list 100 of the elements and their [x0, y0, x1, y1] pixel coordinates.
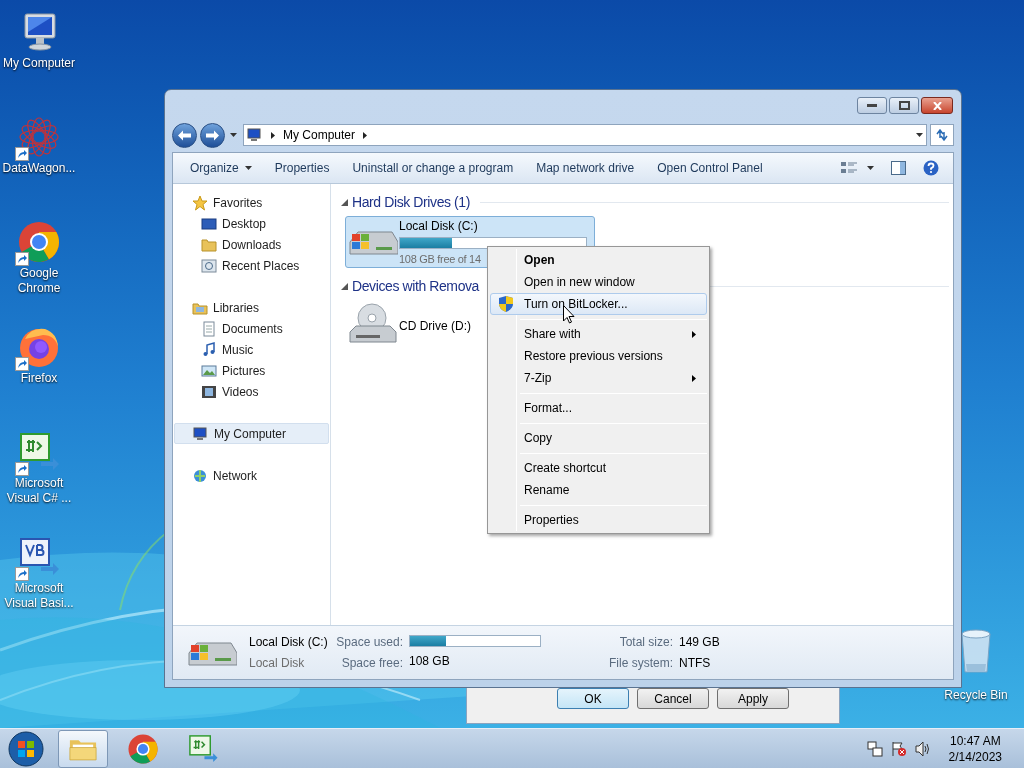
caret-icon	[867, 166, 874, 170]
toolbar-button[interactable]: Open Control Panel	[650, 156, 770, 180]
desktop-icon-label: Google Chrome	[16, 266, 62, 296]
dialog-button[interactable]: OK	[557, 688, 629, 709]
nav-item[interactable]: Recent Places	[173, 255, 330, 276]
nav-item[interactable]: Favorites	[174, 192, 329, 213]
toolbar-button[interactable]: Organize	[183, 156, 259, 180]
address-bar[interactable]: My Computer	[243, 124, 927, 146]
starburst-icon	[17, 115, 61, 159]
drive-name: Local Disk (C:)	[399, 217, 478, 235]
back-button[interactable]	[172, 122, 197, 148]
minimize-icon	[867, 104, 877, 107]
breadcrumb[interactable]: My Computer	[283, 126, 356, 144]
close-button[interactable]	[921, 97, 953, 114]
field-value: 108 GB	[409, 653, 451, 670]
refresh-button[interactable]	[930, 124, 954, 146]
menu-item[interactable]: Restore previous versions	[490, 345, 707, 367]
desktop-icon	[201, 215, 217, 232]
chrome-icon	[17, 220, 61, 264]
recent-places-icon	[201, 257, 217, 274]
drive-free-space: 108 GB free of 14	[399, 251, 481, 267]
nav-item[interactable]: Libraries	[174, 297, 329, 318]
dialog-button[interactable]: Cancel	[637, 688, 709, 709]
menu-item[interactable]: Share with	[490, 323, 707, 345]
document-icon	[201, 320, 217, 337]
shortcut-arrow-icon	[15, 462, 29, 476]
nav-item[interactable]: Videos	[173, 381, 330, 402]
field-value: 149 GB	[679, 634, 720, 651]
nav-item[interactable]: Desktop	[173, 213, 330, 234]
nav-item[interactable]: My Computer	[174, 423, 329, 444]
menu-item[interactable]: Create shortcut	[490, 457, 707, 479]
forward-arrow-icon	[206, 129, 219, 141]
shortcut-arrow-icon	[15, 252, 29, 266]
menu-item[interactable]: Copy	[490, 427, 707, 449]
start-button[interactable]	[6, 729, 46, 768]
help-icon	[923, 160, 939, 176]
dropdown-caret-icon	[916, 133, 923, 137]
dialog-button[interactable]: Apply	[717, 688, 789, 709]
shortcut-arrow-icon	[15, 147, 29, 161]
collapse-triangle-icon[interactable]	[341, 198, 348, 206]
field-value: NTFS	[679, 655, 712, 672]
nav-item[interactable]: Network	[174, 465, 329, 486]
toolbar-button[interactable]: Uninstall or change a program	[345, 156, 521, 180]
desktop-icon-label: Microsoft Visual C# ...	[5, 476, 73, 506]
menu-item[interactable]: Open in new window	[490, 271, 707, 293]
details-type: Local Disk	[249, 655, 306, 672]
menu-item[interactable]: 7-Zip	[490, 367, 707, 389]
field-label: Total size:	[619, 634, 673, 651]
shortcut-arrow-icon	[15, 357, 29, 371]
refresh-icon	[935, 129, 949, 141]
computer-icon	[247, 127, 263, 143]
desktop-icon-label: Recycle Bin	[944, 688, 1008, 703]
menu-item[interactable]: Properties	[490, 509, 707, 531]
chevron-icon	[363, 131, 368, 139]
desktop-icon-label: DataWagon...	[1, 161, 77, 176]
drive-name: CD Drive (D:)	[399, 318, 471, 335]
forward-button[interactable]	[200, 122, 225, 148]
back-arrow-icon	[178, 129, 191, 141]
group-header: Devices with Remova	[352, 276, 479, 296]
restore-icon	[898, 101, 910, 110]
field-label: Space used:	[336, 634, 403, 651]
flag-icon[interactable]	[890, 740, 907, 757]
folder-icon	[201, 236, 217, 253]
nav-item[interactable]: Music	[173, 339, 330, 360]
chevron-icon	[271, 131, 275, 139]
speaker-icon[interactable]	[914, 740, 931, 757]
menu-item[interactable]: Format...	[490, 397, 707, 419]
maximize-button[interactable]	[889, 97, 919, 114]
film-icon	[201, 383, 217, 400]
nav-item[interactable]: Pictures	[173, 360, 330, 381]
close-icon	[932, 101, 942, 110]
caret-icon	[244, 166, 252, 170]
computer-icon	[193, 425, 209, 442]
field-label: File system:	[609, 655, 673, 672]
network-icon[interactable]	[866, 740, 883, 757]
star-icon	[192, 194, 208, 211]
csharp-icon	[187, 732, 219, 765]
caret-icon	[229, 133, 237, 137]
clock[interactable]: 10:47 AM 2/14/2023	[948, 732, 1002, 765]
minimize-button[interactable]	[857, 97, 887, 114]
desktop-icon-label: My Computer	[2, 56, 76, 71]
nav-item[interactable]: Documents	[173, 318, 330, 339]
windows-logo-icon	[8, 730, 44, 767]
shortcut-arrow-icon	[15, 567, 29, 581]
preview-pane-icon	[891, 161, 906, 175]
pictures-icon	[201, 362, 217, 379]
music-note-icon	[201, 341, 217, 358]
desktop-icon-label: Firefox	[19, 371, 59, 386]
group-header: Hard Disk Drives (1)	[352, 192, 470, 212]
collapse-triangle-icon[interactable]	[341, 282, 348, 290]
taskbar-button[interactable]	[58, 729, 108, 768]
view-icon	[841, 161, 857, 175]
field-label: Space free:	[341, 655, 403, 672]
menu-item[interactable]: Rename	[490, 479, 707, 501]
nav-item[interactable]: Downloads	[173, 234, 330, 255]
network-icon	[192, 467, 208, 484]
toolbar-button[interactable]: Map network drive	[529, 156, 642, 180]
toolbar-button[interactable]: Properties	[267, 156, 337, 180]
desktop-icon-label: Microsoft Visual Basi...	[3, 581, 75, 611]
details-name: Local Disk (C:)	[249, 634, 329, 651]
